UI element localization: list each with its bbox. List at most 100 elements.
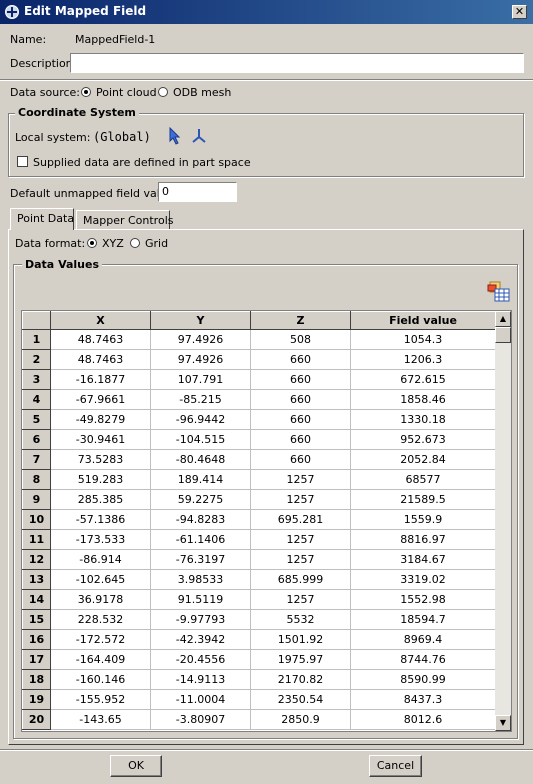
cell-x[interactable]: -102.645 — [50, 569, 151, 590]
default-unmapped-input[interactable]: 0 — [158, 182, 237, 202]
cell-y[interactable]: -96.9442 — [150, 409, 251, 430]
cell-field-value[interactable]: 952.673 — [350, 429, 496, 450]
row-number[interactable]: 2 — [22, 349, 51, 370]
select-csys-icon[interactable] — [167, 126, 183, 145]
cell-field-value[interactable]: 672.615 — [350, 369, 496, 390]
row-number[interactable]: 11 — [22, 529, 51, 550]
cell-x[interactable]: -160.146 — [50, 669, 151, 690]
cell-y[interactable]: -11.0004 — [150, 689, 251, 710]
cell-y[interactable]: -76.3197 — [150, 549, 251, 570]
cell-x[interactable]: -155.952 — [50, 689, 151, 710]
column-header-field-value[interactable]: Field value — [350, 311, 496, 330]
cell-y[interactable]: 97.4926 — [150, 349, 251, 370]
cell-x[interactable]: 285.385 — [50, 489, 151, 510]
tab-mapper-controls[interactable]: Mapper Controls — [76, 210, 173, 230]
ok-button[interactable]: OK — [110, 755, 162, 777]
cell-x[interactable]: -143.65 — [50, 709, 151, 730]
cell-x[interactable]: 36.9178 — [50, 589, 151, 610]
cell-field-value[interactable]: 1559.9 — [350, 509, 496, 530]
cell-z[interactable]: 685.999 — [250, 569, 351, 590]
row-number[interactable]: 10 — [22, 509, 51, 530]
cell-field-value[interactable]: 2052.84 — [350, 449, 496, 470]
cell-field-value[interactable]: 1330.18 — [350, 409, 496, 430]
row-number[interactable]: 7 — [22, 449, 51, 470]
cell-x[interactable]: -86.914 — [50, 549, 151, 570]
cell-x[interactable]: 228.532 — [50, 609, 151, 630]
cell-x[interactable]: 73.5283 — [50, 449, 151, 470]
cell-z[interactable]: 1257 — [250, 589, 351, 610]
table-row[interactable]: 8 519.283 189.414 1257 68577 — [22, 469, 496, 490]
row-number[interactable]: 9 — [22, 489, 51, 510]
cell-y[interactable]: -42.3942 — [150, 629, 251, 650]
cell-x[interactable]: -67.9661 — [50, 389, 151, 410]
cell-z[interactable]: 2350.54 — [250, 689, 351, 710]
scroll-up-button[interactable]: ▲ — [495, 311, 511, 327]
table-options-icon[interactable] — [487, 279, 511, 303]
table-row[interactable]: 16 -172.572 -42.3942 1501.92 8969.4 — [22, 629, 496, 650]
cell-field-value[interactable]: 1054.3 — [350, 329, 496, 350]
cell-y[interactable]: -9.97793 — [150, 609, 251, 630]
cell-z[interactable]: 1257 — [250, 549, 351, 570]
cell-z[interactable]: 2170.82 — [250, 669, 351, 690]
cell-y[interactable]: -94.8283 — [150, 509, 251, 530]
cell-field-value[interactable]: 3184.67 — [350, 549, 496, 570]
table-row[interactable]: 10 -57.1386 -94.8283 695.281 1559.9 — [22, 509, 496, 530]
cell-y[interactable]: -85.215 — [150, 389, 251, 410]
cell-y[interactable]: -104.515 — [150, 429, 251, 450]
cancel-button[interactable]: Cancel — [369, 755, 422, 777]
description-input[interactable] — [70, 53, 524, 73]
row-number[interactable]: 14 — [22, 589, 51, 610]
point-cloud-label[interactable]: Point cloud — [96, 86, 157, 99]
cell-z[interactable]: 660 — [250, 389, 351, 410]
row-number[interactable]: 1 — [22, 329, 51, 350]
grid-label[interactable]: Grid — [145, 237, 168, 250]
cell-z[interactable]: 695.281 — [250, 509, 351, 530]
table-row[interactable]: 19 -155.952 -11.0004 2350.54 8437.3 — [22, 689, 496, 710]
cell-y[interactable]: -20.4556 — [150, 649, 251, 670]
cell-x[interactable]: -57.1386 — [50, 509, 151, 530]
table-row[interactable]: 7 73.5283 -80.4648 660 2052.84 — [22, 449, 496, 470]
table-row[interactable]: 20 -143.65 -3.80907 2850.9 8012.6 — [22, 709, 496, 730]
cell-z[interactable]: 5532 — [250, 609, 351, 630]
cell-field-value[interactable]: 21589.5 — [350, 489, 496, 510]
row-number[interactable]: 17 — [22, 649, 51, 670]
cell-field-value[interactable]: 8590.99 — [350, 669, 496, 690]
cell-y[interactable]: 3.98533 — [150, 569, 251, 590]
table-row[interactable]: 12 -86.914 -76.3197 1257 3184.67 — [22, 549, 496, 570]
supplied-data-checkbox[interactable] — [17, 156, 28, 167]
table-row[interactable]: 13 -102.645 3.98533 685.999 3319.02 — [22, 569, 496, 590]
cell-z[interactable]: 1257 — [250, 489, 351, 510]
cell-y[interactable]: -3.80907 — [150, 709, 251, 730]
cell-z[interactable]: 660 — [250, 449, 351, 470]
row-number[interactable]: 6 — [22, 429, 51, 450]
data-values-table[interactable]: X Y Z Field value 1 48.7463 97.4926 508 1054… — [21, 310, 512, 732]
column-header-y[interactable]: Y — [150, 311, 251, 330]
row-number[interactable]: 3 — [22, 369, 51, 390]
grid-radio[interactable] — [130, 238, 140, 248]
table-row[interactable]: 6 -30.9461 -104.515 660 952.673 — [22, 429, 496, 450]
cell-field-value[interactable]: 1552.98 — [350, 589, 496, 610]
close-button[interactable]: ✕ — [512, 5, 527, 19]
cell-x[interactable]: -16.1877 — [50, 369, 151, 390]
cell-x[interactable]: -172.572 — [50, 629, 151, 650]
cell-z[interactable]: 1975.97 — [250, 649, 351, 670]
table-row[interactable]: 3 -16.1877 107.791 660 672.615 — [22, 369, 496, 390]
cell-x[interactable]: -173.533 — [50, 529, 151, 550]
cell-y[interactable]: 59.2275 — [150, 489, 251, 510]
row-number[interactable]: 18 — [22, 669, 51, 690]
cell-x[interactable]: -164.409 — [50, 649, 151, 670]
cell-field-value[interactable]: 1858.46 — [350, 389, 496, 410]
cell-y[interactable]: -80.4648 — [150, 449, 251, 470]
cell-z[interactable]: 1257 — [250, 529, 351, 550]
row-number[interactable]: 16 — [22, 629, 51, 650]
cell-y[interactable]: -14.9113 — [150, 669, 251, 690]
table-row[interactable]: 9 285.385 59.2275 1257 21589.5 — [22, 489, 496, 510]
xyz-radio[interactable] — [87, 238, 97, 248]
cell-field-value[interactable]: 8969.4 — [350, 629, 496, 650]
table-row[interactable]: 1 48.7463 97.4926 508 1054.3 — [22, 329, 496, 350]
cell-z[interactable]: 660 — [250, 349, 351, 370]
table-row[interactable]: 14 36.9178 91.5119 1257 1552.98 — [22, 589, 496, 610]
cell-z[interactable]: 508 — [250, 329, 351, 350]
cell-z[interactable]: 660 — [250, 369, 351, 390]
cell-z[interactable]: 1257 — [250, 469, 351, 490]
